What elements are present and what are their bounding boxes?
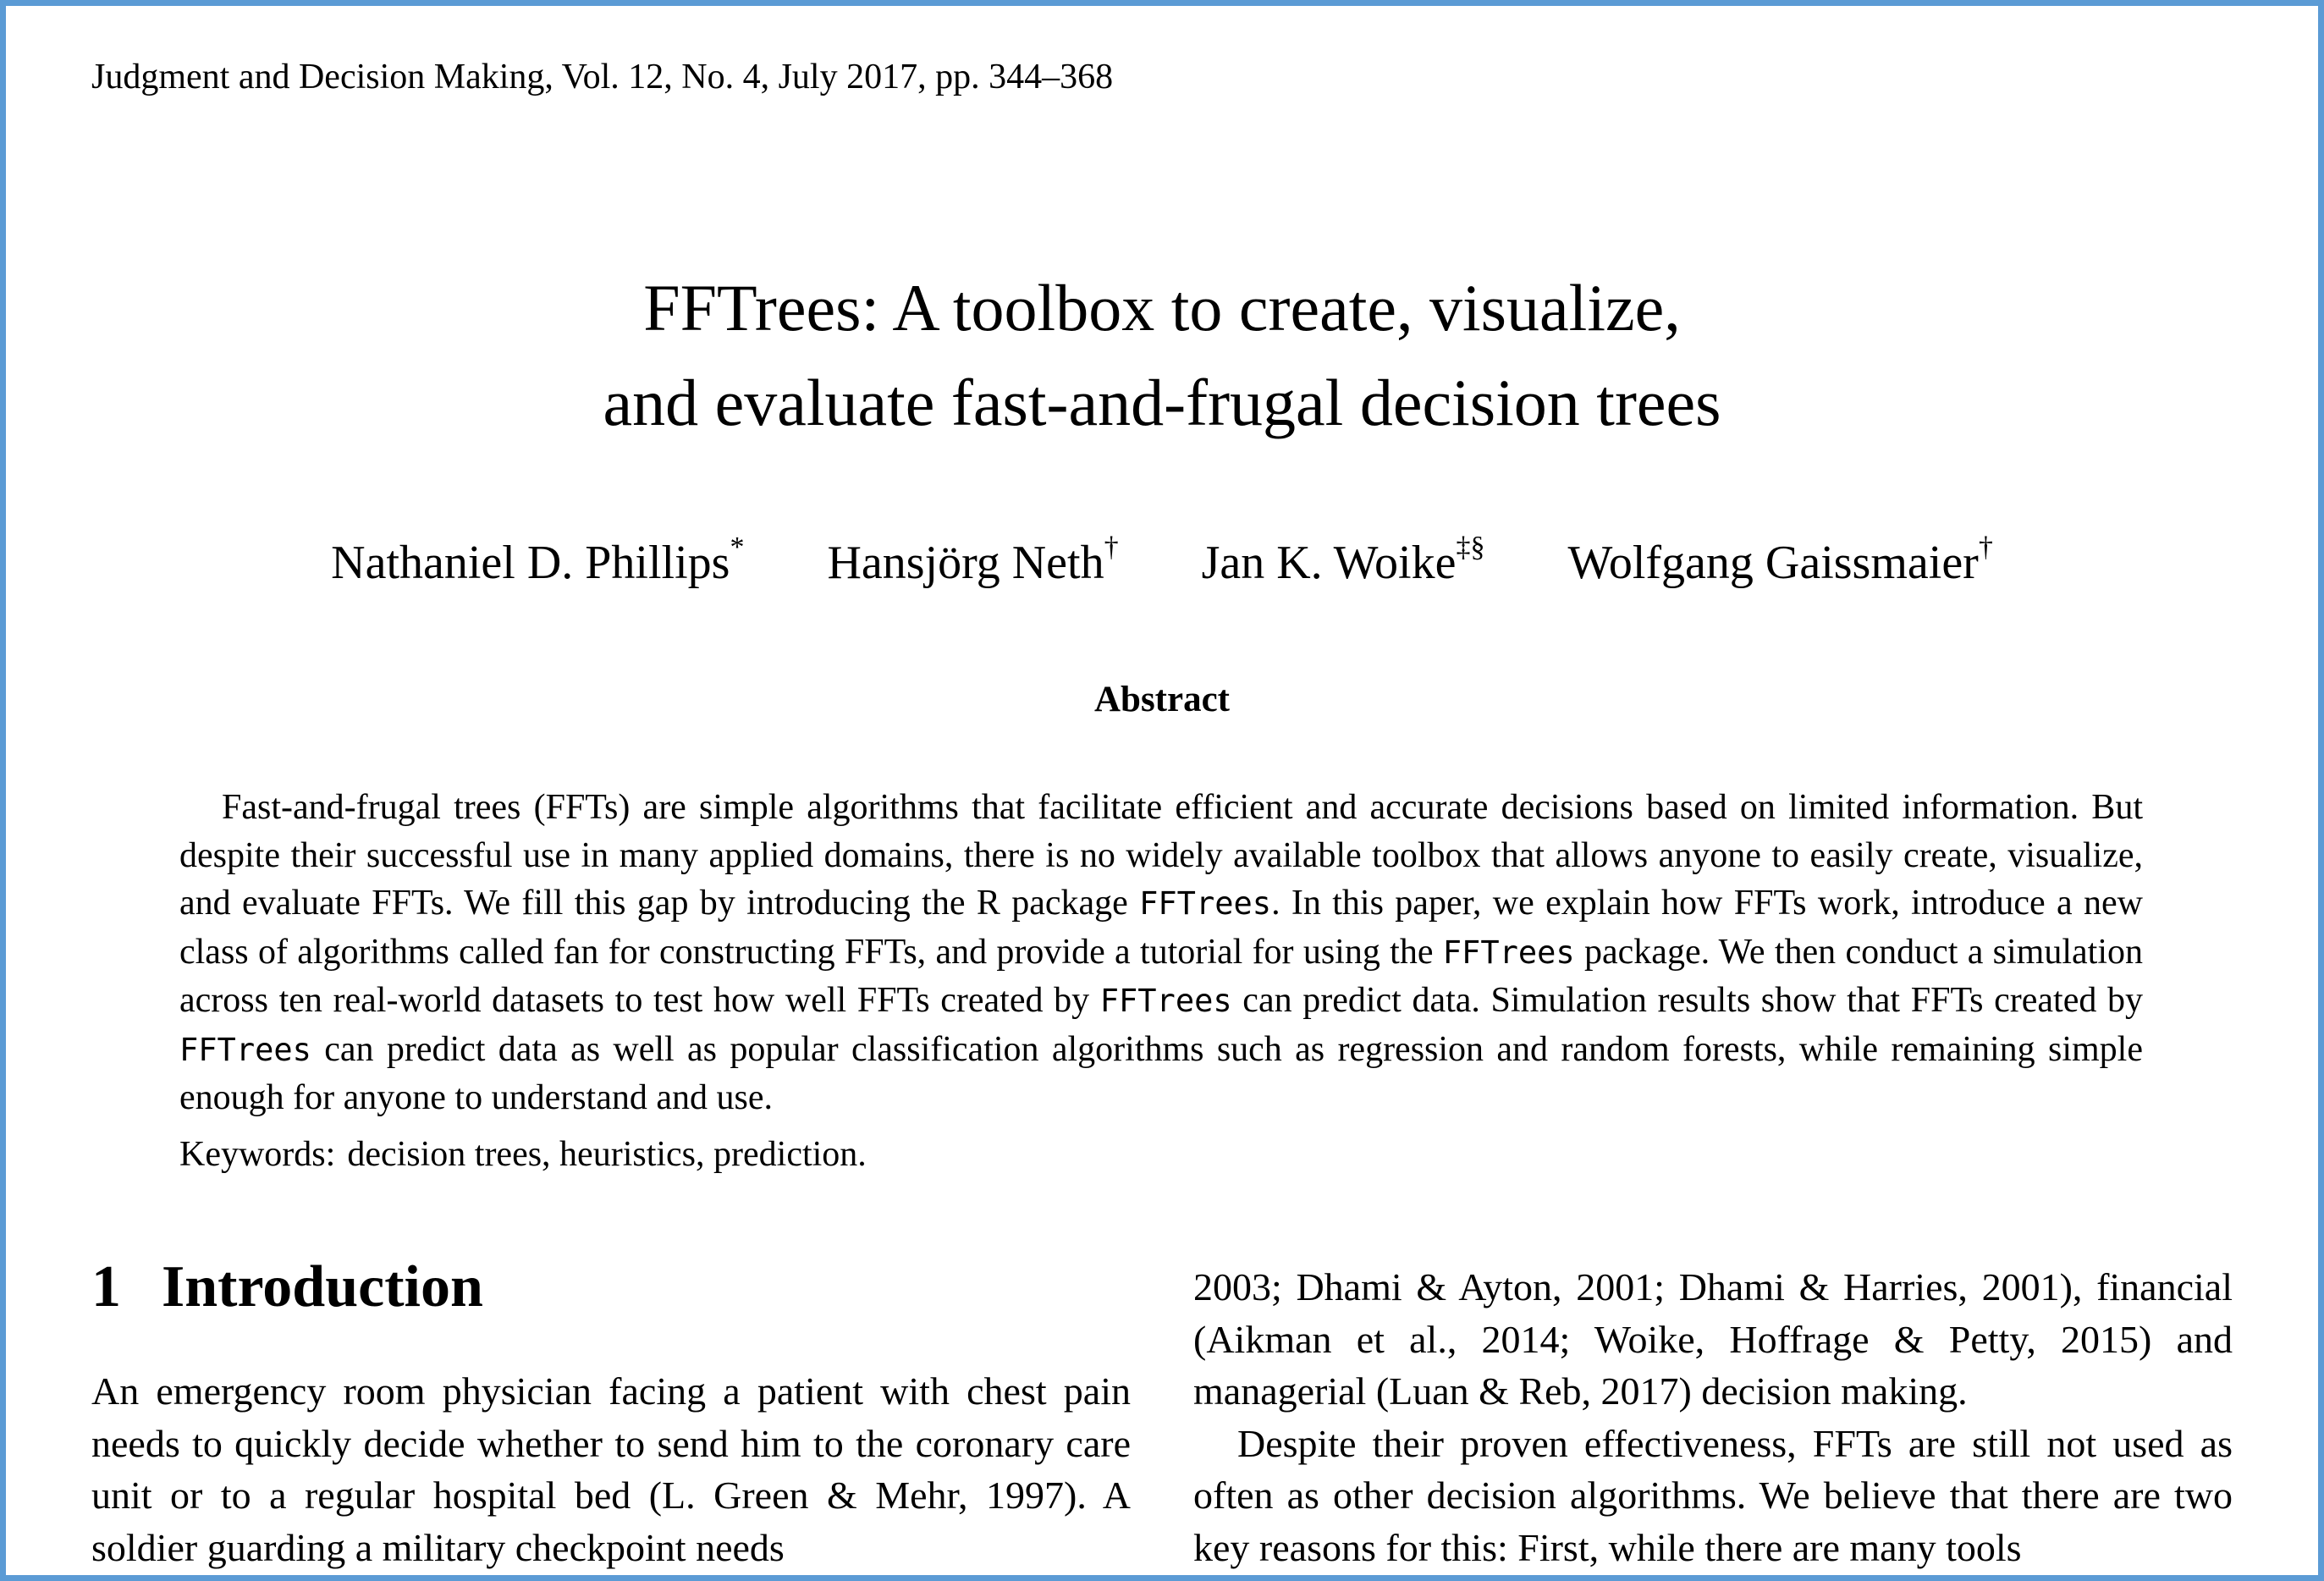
keywords-label: Keywords:	[179, 1135, 336, 1174]
affiliation-mark: †	[1104, 532, 1119, 563]
section-number: 1	[91, 1254, 121, 1319]
author-woike: Jan K. Woike‡§	[1202, 533, 1485, 592]
section-heading-introduction: 1 Introduction	[91, 1249, 483, 1325]
author-name: Nathaniel D. Phillips	[331, 537, 730, 589]
author-neth: Hansjörg Neth†	[827, 533, 1118, 592]
paper-title-line-2: and evaluate fast-and-frugal decision tr…	[603, 366, 1721, 439]
author-phillips: Nathaniel D. Phillips*	[331, 533, 744, 592]
journal-header: Judgment and Decision Making, Vol. 12, N…	[91, 58, 1114, 96]
paper-title: FFTrees: A toolbox to create, visualize,…	[0, 261, 2324, 450]
paper-title-line-1: FFTrees: A toolbox to create, visualize,	[643, 271, 1681, 344]
abstract-text-segment: can predict data as well as popular clas…	[179, 1029, 2143, 1118]
body-paragraph: 2003; Dhami & Ayton, 2001; Dhami & Harri…	[1193, 1265, 2233, 1413]
package-name-code: FFTrees	[1139, 885, 1272, 922]
body-paragraph: An emergency room physician facing a pat…	[91, 1369, 1131, 1569]
author-name: Jan K. Woike	[1201, 537, 1457, 589]
affiliation-mark: ‡§	[1456, 532, 1485, 563]
affiliation-mark: *	[730, 532, 745, 563]
body-column-left: An emergency room physician facing a pat…	[91, 1365, 1131, 1573]
author-gaissmaier: Wolfgang Gaissmaier†	[1567, 533, 1992, 592]
author-list: Nathaniel D. Phillips* Hansjörg Neth† Ja…	[0, 533, 2324, 592]
body-column-right: 2003; Dhami & Ayton, 2001; Dhami & Harri…	[1193, 1261, 2233, 1573]
keywords-value: decision trees, heuristics, prediction.	[347, 1135, 867, 1174]
body-paragraph: Despite their proven effectiveness, FFTs…	[1193, 1421, 2233, 1569]
affiliation-mark: †	[1978, 532, 1993, 563]
package-name-code: FFTrees	[1099, 983, 1232, 1019]
package-name-code: FFTrees	[1442, 934, 1575, 971]
abstract-text: Fast-and-frugal trees (FFTs) are simple …	[179, 784, 2143, 1122]
section-title: Introduction	[162, 1254, 483, 1319]
keywords-line: Keywords: decision trees, heuristics, pre…	[179, 1131, 867, 1178]
author-name: Wolfgang Gaissmaier	[1567, 537, 1979, 589]
author-name: Hansjörg Neth	[827, 537, 1104, 589]
package-name-code: FFTrees	[179, 1031, 311, 1068]
abstract-text-segment: can predict data. Simulation results sho…	[1231, 981, 2143, 1020]
abstract-heading: Abstract	[1093, 680, 1230, 719]
